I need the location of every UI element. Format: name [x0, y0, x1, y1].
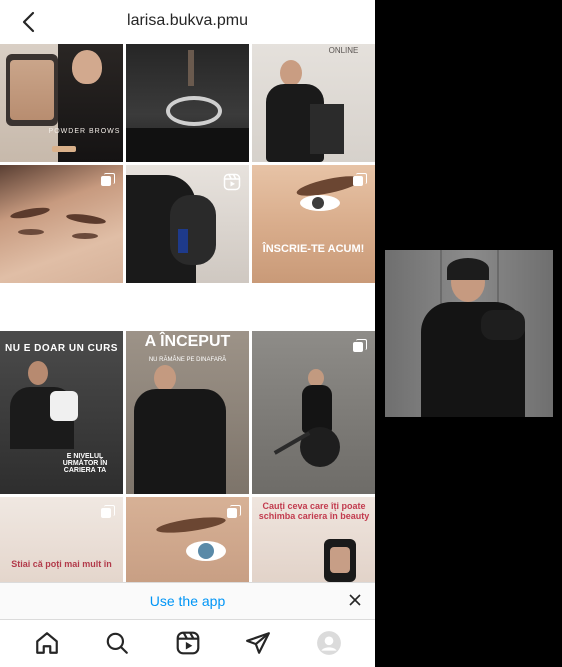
- reels-icon: [223, 173, 241, 191]
- post-overlay-text: POWDER BROWS: [48, 128, 121, 135]
- post-tile[interactable]: ÎNSCRIE-TE ACUM!: [252, 165, 375, 283]
- profile-header: larisa.bukva.pmu: [0, 0, 375, 44]
- post-tile[interactable]: POWDER BROWS: [0, 44, 123, 162]
- carousel-icon: [101, 173, 115, 187]
- post-tile[interactable]: [252, 331, 375, 494]
- post-tile[interactable]: [126, 44, 249, 162]
- post-overlay-text: Stiai că poți mai mult în: [11, 559, 112, 569]
- post-tile[interactable]: A ÎNCEPUT NU RĂMÂNE PE DINAFARĂ: [126, 331, 249, 494]
- close-icon[interactable]: [347, 592, 363, 608]
- search-icon[interactable]: [104, 630, 130, 656]
- post-overlay-subtext: NU RĂMÂNE PE DINAFARĂ: [148, 357, 227, 363]
- post-tile[interactable]: [126, 165, 249, 283]
- profile-username: larisa.bukva.pmu: [127, 12, 248, 29]
- post-tile[interactable]: ONLINE: [252, 44, 375, 162]
- direct-icon[interactable]: [245, 630, 271, 656]
- post-tile[interactable]: NU E DOAR UN CURS E NIVELUL URMĂTOR ÎN C…: [0, 331, 123, 494]
- post-tile[interactable]: [126, 497, 249, 582]
- use-the-app-link[interactable]: Use the app: [0, 593, 375, 609]
- instagram-mobile-view: larisa.bukva.pmu POWDER BROWS ONLINE ÎNS…: [0, 0, 375, 667]
- side-image-portrait: [385, 250, 553, 417]
- post-overlay-text: A ÎNCEPUT: [144, 333, 231, 350]
- post-tile[interactable]: Stiai că poți mai mult în: [0, 497, 123, 582]
- reels-icon[interactable]: [175, 630, 201, 656]
- carousel-icon: [101, 505, 115, 519]
- post-overlay-text: Cauți ceva care îți poate schimba carier…: [258, 501, 370, 521]
- open-app-banner: Use the app: [0, 582, 375, 620]
- home-icon[interactable]: [34, 630, 60, 656]
- post-overlay-subtext: E NIVELUL URMĂTOR ÎN CARIERA TA: [62, 453, 108, 474]
- post-overlay-text: ÎNSCRIE-TE ACUM!: [262, 243, 365, 255]
- bottom-navigation: [0, 619, 375, 667]
- post-tile[interactable]: [0, 165, 123, 283]
- post-overlay-text: NU E DOAR UN CURS: [5, 343, 118, 354]
- profile-avatar[interactable]: [316, 630, 342, 656]
- carousel-icon: [353, 173, 367, 187]
- post-tile[interactable]: Cauți ceva care îți poate schimba carier…: [252, 497, 375, 582]
- carousel-icon: [227, 505, 241, 519]
- post-overlay-text: ONLINE: [328, 46, 359, 55]
- carousel-icon: [353, 339, 367, 353]
